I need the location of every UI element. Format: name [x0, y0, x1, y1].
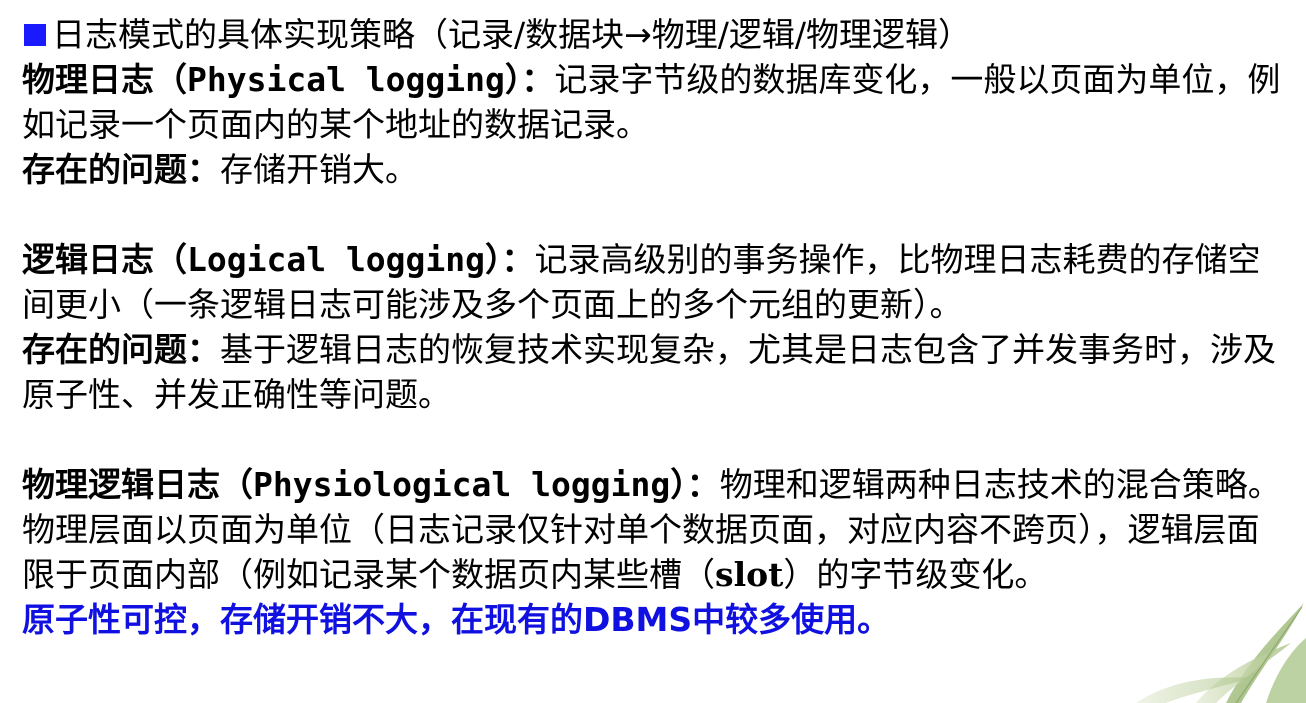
- logical-issue-label: 存在的问题：: [22, 330, 220, 369]
- logical-term-en: Logical logging: [187, 240, 486, 279]
- bamboo-leaves-icon: [1136, 603, 1306, 703]
- physiological-term: 物理逻辑日志（: [22, 465, 253, 504]
- physical-issue: 存在的问题：存储开销大。: [22, 147, 1292, 192]
- physical-term-close: ）：: [504, 60, 555, 99]
- physical-term: 物理日志（: [22, 60, 187, 99]
- physiological-description-b: ）的字节级变化。: [783, 555, 1048, 594]
- slide: 日志模式的具体实现策略（记录/数据块→物理/逻辑/物理逻辑） 物理日志（Phys…: [0, 0, 1306, 703]
- heading-text: 日志模式的具体实现策略（记录/数据块→物理/逻辑/物理逻辑）: [52, 15, 972, 54]
- physical-term-en: Physical logging: [187, 60, 505, 99]
- physiological-term-en: Physiological logging: [253, 465, 671, 504]
- physical-logging-paragraph: 物理日志（Physical logging）：记录字节级的数据库变化，一般以页面…: [22, 57, 1292, 147]
- slide-content: 日志模式的具体实现策略（记录/数据块→物理/逻辑/物理逻辑） 物理日志（Phys…: [22, 12, 1292, 642]
- logical-term-close: ）：: [485, 240, 535, 279]
- logical-logging-paragraph: 逻辑日志（Logical logging）：记录高级别的事务操作，比物理日志耗费…: [22, 237, 1292, 327]
- logical-term: 逻辑日志（: [22, 240, 187, 279]
- section-heading: 日志模式的具体实现策略（记录/数据块→物理/逻辑/物理逻辑）: [24, 12, 1292, 57]
- logical-issue: 存在的问题：基于逻辑日志的恢复技术实现复杂，尤其是日志包含了并发事务时，涉及原子…: [22, 327, 1292, 417]
- physical-issue-text: 存储开销大。: [220, 150, 418, 189]
- square-bullet-icon: [24, 23, 46, 46]
- physical-issue-label: 存在的问题：: [22, 150, 220, 189]
- physiological-logging-paragraph: 物理逻辑日志（Physiological logging）：物理和逻辑两种日志技…: [22, 462, 1292, 597]
- physiological-term-close: ）：: [670, 465, 720, 504]
- slot-term: slot: [715, 555, 784, 594]
